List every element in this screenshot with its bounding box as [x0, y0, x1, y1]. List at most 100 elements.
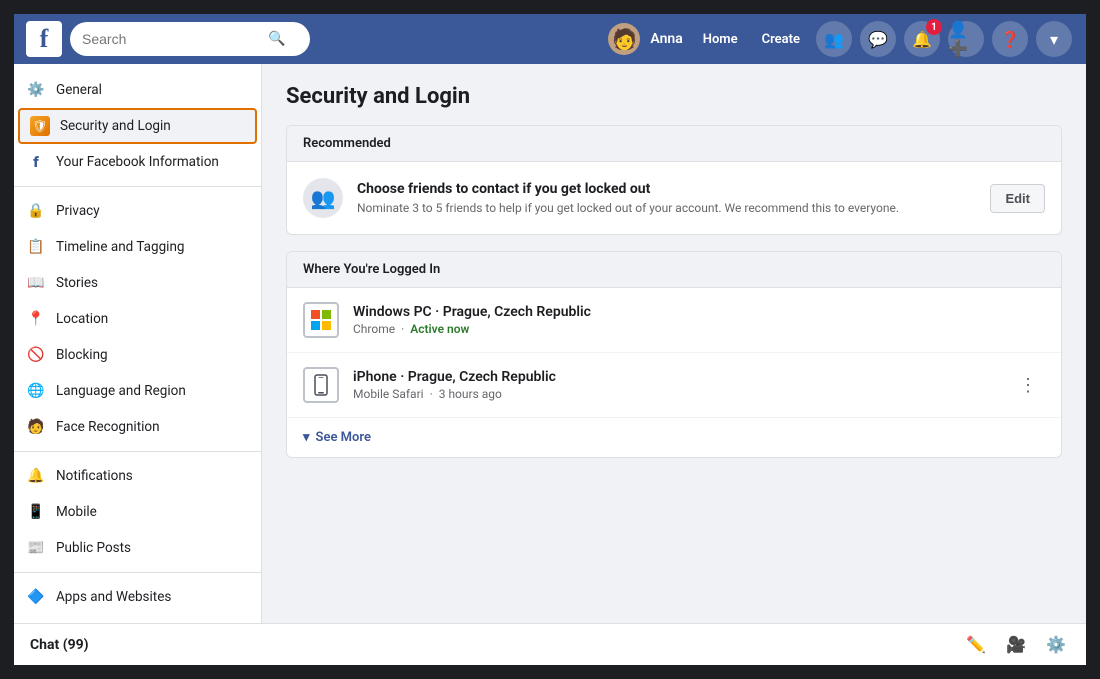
globe-icon: 🌐 — [26, 381, 46, 401]
sidebar-item-security-login[interactable]: 🛡 Security and Login — [18, 108, 257, 144]
main-layout: ⚙️ General 🛡 Security and Login f Your F… — [14, 64, 1086, 623]
messenger-icon-btn[interactable]: 💬 — [860, 21, 896, 57]
friend-requests-icon-btn[interactable]: 👤➕ — [948, 21, 984, 57]
compose-message-button[interactable]: ✏️ — [962, 631, 990, 659]
sidebar-label-notifications: Notifications — [56, 468, 133, 484]
chat-settings-button[interactable]: ⚙️ — [1042, 631, 1070, 659]
facebook-logo[interactable]: f — [26, 21, 62, 57]
sidebar-label-timeline: Timeline and Tagging — [56, 239, 185, 255]
navbar: f 🔍 🧑 Anna Home Create 👥 💬 🔔 1 👤 — [14, 14, 1086, 64]
sidebar-label-language: Language and Region — [56, 383, 186, 399]
sidebar-divider-3 — [14, 572, 261, 573]
notification-badge: 1 — [926, 19, 942, 35]
browser-chrome: Chrome — [353, 322, 395, 336]
chevron-down-icon: ▾ — [303, 430, 310, 445]
app-window: f 🔍 🧑 Anna Home Create 👥 💬 🔔 1 👤 — [10, 10, 1090, 669]
block-icon: 🚫 — [26, 345, 46, 365]
browser-safari: Mobile Safari — [353, 387, 424, 401]
search-bar[interactable]: 🔍 — [70, 22, 310, 56]
sidebar-divider-1 — [14, 186, 261, 187]
sidebar-item-general[interactable]: ⚙️ General — [14, 72, 261, 108]
nav-username: Anna — [644, 31, 688, 47]
windows-device-icon — [303, 302, 339, 338]
sidebar-divider-2 — [14, 451, 261, 452]
sidebar-item-your-facebook[interactable]: f Your Facebook Information — [14, 144, 261, 180]
login-row-windows: Windows PC · Prague, Czech Republic Chro… — [287, 288, 1061, 353]
iphone-device-icon — [303, 367, 339, 403]
lock-icon: 🔒 — [26, 201, 46, 221]
notifications-icon-btn[interactable]: 🔔 1 — [904, 21, 940, 57]
edit-button[interactable]: Edit — [990, 184, 1045, 213]
sidebar-item-privacy[interactable]: 🔒 Privacy — [14, 193, 261, 229]
avatar: 🧑 — [608, 23, 640, 55]
recommended-header: Recommended — [287, 126, 1061, 162]
recommended-card: Recommended 👥 Choose friends to contact … — [286, 125, 1062, 235]
content-area: Security and Login Recommended 👥 Choose … — [262, 64, 1086, 623]
chevron-down-icon: ▾ — [1050, 30, 1058, 49]
more-options-button[interactable]: ⋮ — [1011, 371, 1045, 400]
time-separator: · — [430, 387, 433, 401]
friends-icon-btn[interactable]: 👥 — [816, 21, 852, 57]
sidebar-label-security: Security and Login — [60, 118, 171, 134]
nav-right: 🧑 Anna Home Create 👥 💬 🔔 1 👤➕ ❓ ▾ — [608, 14, 1074, 64]
sidebar-item-blocking[interactable]: 🚫 Blocking — [14, 337, 261, 373]
sidebar-item-notifications[interactable]: 🔔 Notifications — [14, 458, 261, 494]
rec-desc: Nominate 3 to 5 friends to help if you g… — [357, 201, 976, 215]
help-icon-btn[interactable]: ❓ — [992, 21, 1028, 57]
chat-label: Chat (99) — [30, 637, 950, 653]
sidebar-item-language[interactable]: 🌐 Language and Region — [14, 373, 261, 409]
time-ago: 3 hours ago — [439, 387, 502, 401]
sidebar-item-stories[interactable]: 📖 Stories — [14, 265, 261, 301]
search-icon: 🔍 — [268, 31, 285, 47]
messenger-icon: 💬 — [868, 30, 888, 49]
dropdown-icon-btn[interactable]: ▾ — [1036, 21, 1072, 57]
sidebar-label-apps: Apps and Websites — [56, 589, 171, 605]
facebook-icon: f — [26, 152, 46, 172]
sidebar-item-apps[interactable]: 🔷 Apps and Websites — [14, 579, 261, 615]
sidebar-label-your-facebook: Your Facebook Information — [56, 154, 219, 170]
sidebar-item-mobile[interactable]: 📱 Mobile — [14, 494, 261, 530]
sidebar-label-location: Location — [56, 311, 108, 327]
sidebar-label-privacy: Privacy — [56, 203, 100, 219]
sidebar-label-face: Face Recognition — [56, 419, 160, 435]
sidebar-label-general: General — [56, 82, 102, 98]
sidebar: ⚙️ General 🛡 Security and Login f Your F… — [14, 64, 262, 623]
face-icon: 🧑 — [26, 417, 46, 437]
sidebar-label-public-posts: Public Posts — [56, 540, 131, 556]
sidebar-item-timeline[interactable]: 📋 Timeline and Tagging — [14, 229, 261, 265]
sidebar-item-public-posts[interactable]: 📰 Public Posts — [14, 530, 261, 566]
login-row-iphone: iPhone · Prague, Czech Republic Mobile S… — [287, 353, 1061, 418]
logged-in-card: Where You're Logged In Windows PC · Prag… — [286, 251, 1062, 458]
separator: · — [401, 322, 404, 336]
book-icon: 📖 — [26, 273, 46, 293]
compose-icon: ✏️ — [966, 635, 986, 654]
locked-out-icon: 👥 — [303, 178, 343, 218]
page-title: Security and Login — [286, 84, 1062, 109]
see-more-button[interactable]: ▾ See More — [287, 418, 1061, 457]
sidebar-label-blocking: Blocking — [56, 347, 108, 363]
video-icon: 🎥 — [1006, 635, 1026, 654]
notification-icon: 🔔 — [26, 466, 46, 486]
device-name-windows: Windows PC · Prague, Czech Republic — [353, 304, 1045, 320]
shield-icon: 🛡 — [30, 116, 50, 136]
nav-create[interactable]: Create — [752, 14, 810, 64]
settings-icon: ⚙️ — [1046, 635, 1066, 654]
clipboard-icon: 📋 — [26, 237, 46, 257]
nav-home[interactable]: Home — [693, 14, 748, 64]
friends-icon: 👥 — [824, 30, 844, 49]
gear-icon: ⚙️ — [26, 80, 46, 100]
newspaper-icon: 📰 — [26, 538, 46, 558]
sidebar-item-location[interactable]: 📍 Location — [14, 301, 261, 337]
recommended-row: 👥 Choose friends to contact if you get l… — [287, 162, 1061, 234]
chat-bar: Chat (99) ✏️ 🎥 ⚙️ — [14, 623, 1086, 665]
location-icon: 📍 — [26, 309, 46, 329]
logged-in-header: Where You're Logged In — [287, 252, 1061, 288]
mobile-icon: 📱 — [26, 502, 46, 522]
rec-title: Choose friends to contact if you get loc… — [357, 181, 976, 197]
video-call-button[interactable]: 🎥 — [1002, 631, 1030, 659]
add-friend-icon: 👤➕ — [948, 20, 984, 58]
search-input[interactable] — [82, 31, 262, 47]
sidebar-label-stories: Stories — [56, 275, 98, 291]
sidebar-item-face-recognition[interactable]: 🧑 Face Recognition — [14, 409, 261, 445]
apps-icon: 🔷 — [26, 587, 46, 607]
